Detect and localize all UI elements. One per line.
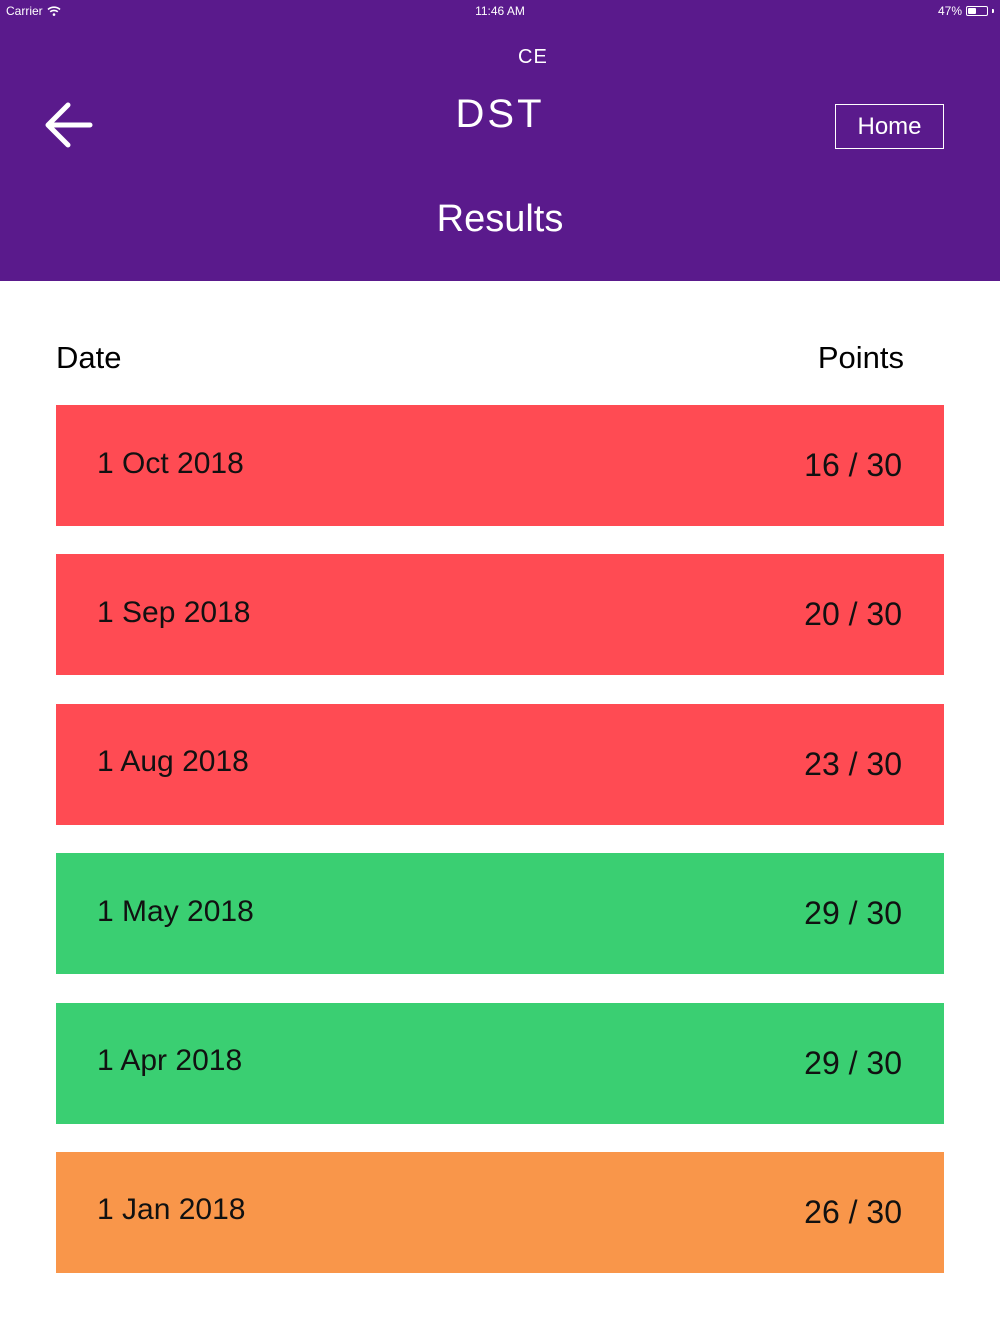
status-battery: 47% [938,4,994,18]
result-points: 23 / 30 [804,745,902,782]
result-row[interactable]: 1 Apr 2018 29 / 30 [56,1002,944,1124]
battery-tip [992,9,994,13]
battery-level [968,8,977,14]
battery-percent: 47% [937,4,962,18]
column-header-date: Date [56,340,122,375]
result-date: 1 Apr 2018 [97,1044,243,1078]
result-row[interactable]: 1 Jan 2018 26 / 30 [56,1151,944,1273]
result-date: 1 May 2018 [97,894,254,928]
battery-icon [966,6,988,16]
result-row[interactable]: 1 Sep 2018 20 / 30 [56,554,944,676]
result-points: 26 / 30 [804,1193,902,1230]
result-row[interactable]: 1 May 2018 29 / 30 [56,853,944,975]
result-points: 29 / 30 [804,895,902,932]
status-time: 11:46 AM [475,4,525,18]
page-title: Results [436,198,564,240]
result-points: 29 / 30 [804,1044,902,1081]
results-list: 1 Oct 2018 16 / 30 1 Sep 2018 20 / 30 1 … [56,405,944,1301]
result-row[interactable]: 1 Oct 2018 16 / 30 [56,405,944,526]
column-header-points: Points [817,340,904,375]
result-points: 16 / 30 [804,447,902,483]
logo-text: DST [455,92,545,136]
ce-mark: CE [518,46,548,68]
status-bar: Carrier 11:46 AM 47% [0,0,1000,20]
result-date: 1 Sep 2018 [97,595,251,629]
result-row[interactable]: 1 Aug 2018 23 / 30 [56,703,944,825]
result-points: 20 / 30 [804,596,902,633]
result-date: 1 Oct 2018 [97,446,244,480]
home-button[interactable]: Home [835,104,944,149]
result-date: 1 Aug 2018 [97,745,249,779]
result-date: 1 Jan 2018 [97,1193,246,1227]
header-bar: Carrier 11:46 AM 47% DST CE Home Results [0,0,1000,281]
